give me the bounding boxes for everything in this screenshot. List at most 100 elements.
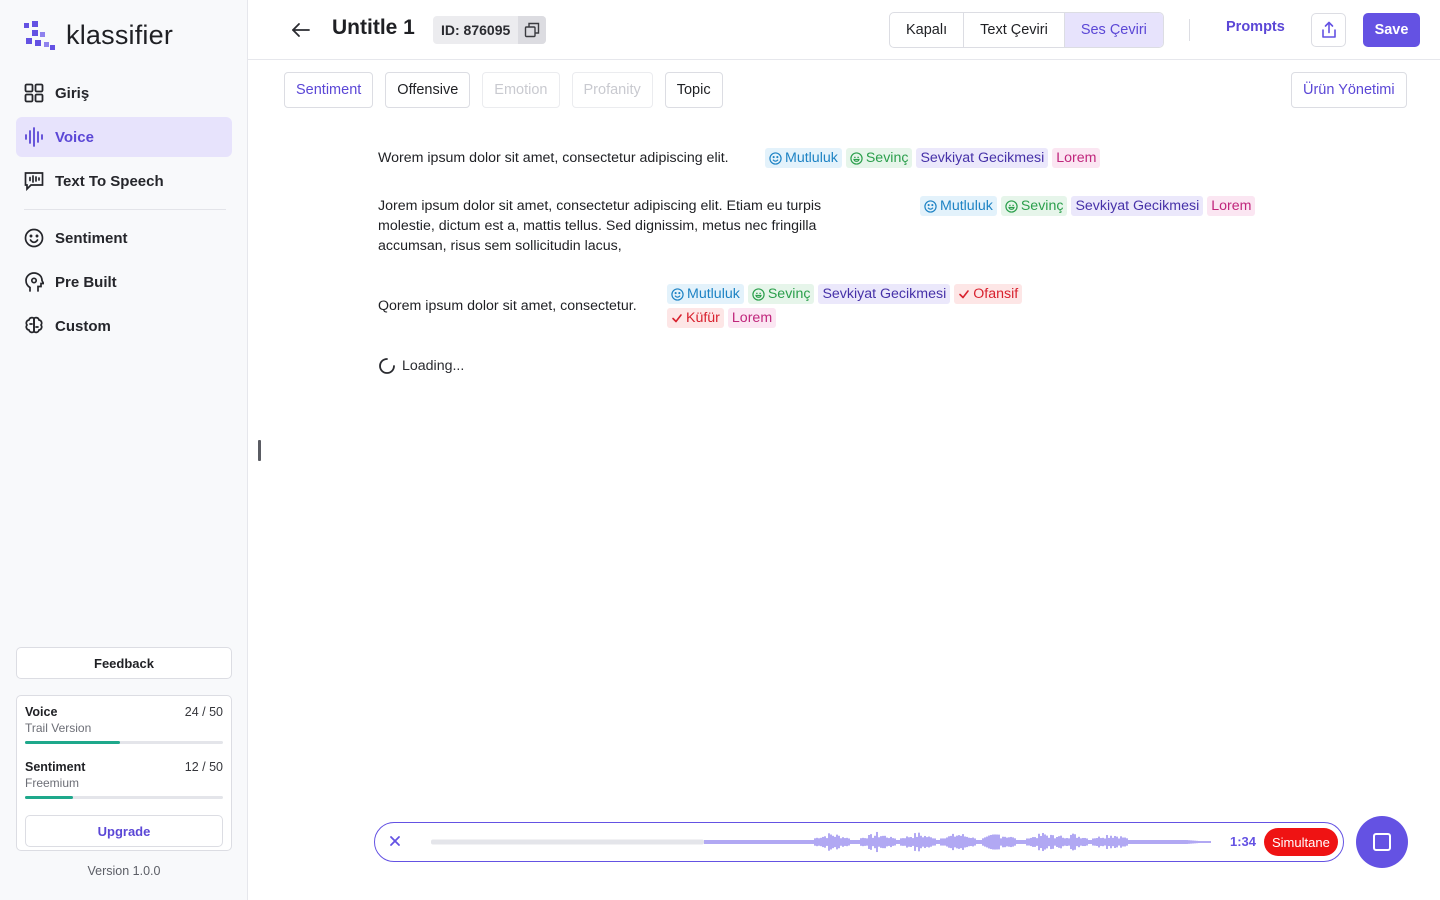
- logo[interactable]: klassifier: [24, 20, 173, 51]
- close-player-button[interactable]: [387, 833, 403, 849]
- waveform-bar: [1170, 840, 1172, 844]
- waveform-bar: [824, 836, 826, 848]
- waveform-bar: [1158, 840, 1160, 844]
- usage-count: 12 / 50: [184, 760, 223, 774]
- stop-recording-button[interactable]: [1356, 816, 1408, 868]
- copy-id-button[interactable]: [518, 16, 547, 44]
- waveform-bar: [1206, 841, 1208, 843]
- sidebar-item-text-to-speech[interactable]: Text To Speech: [16, 161, 232, 201]
- filter-sentiment[interactable]: Sentiment: [284, 72, 374, 108]
- tag-sevinc[interactable]: Sevinç: [747, 284, 815, 304]
- waveform-bar: [1008, 837, 1010, 847]
- waveform-bar: [852, 840, 854, 844]
- tag-label: Mutluluk: [785, 150, 838, 166]
- tag-mutluluk[interactable]: Mutluluk: [765, 148, 842, 168]
- tag-lorem[interactable]: Lorem: [727, 308, 777, 328]
- tag-sevinc[interactable]: Sevinç: [1000, 196, 1068, 216]
- tag-sevkiyat[interactable]: Sevkiyat Gecikmesi: [916, 148, 1049, 168]
- nav-divider: [24, 209, 226, 210]
- tag-ofansif[interactable]: Ofansif: [954, 284, 1023, 304]
- simultane-badge[interactable]: Simultane: [1264, 828, 1338, 856]
- waveform-bar: [1082, 837, 1084, 847]
- waveform-bar: [734, 840, 736, 844]
- waveform-bar: [750, 840, 752, 844]
- waveform-bar: [1062, 837, 1064, 847]
- waveform-bar: [904, 838, 906, 846]
- tag-lorem[interactable]: Lorem: [1052, 148, 1101, 168]
- filter-offensive[interactable]: Offensive: [385, 72, 471, 108]
- waveform-bar: [842, 837, 844, 847]
- transcript-segment-text[interactable]: Jorem ipsum dolor sit amet, consectetur …: [378, 196, 858, 256]
- share-button[interactable]: [1311, 13, 1346, 47]
- waveform-bar: [946, 837, 948, 847]
- waveform-bar: [910, 837, 912, 847]
- grid-icon: [24, 83, 44, 103]
- waveform-bar: [802, 840, 804, 844]
- sidebar-item-pre-built[interactable]: Pre Built: [16, 262, 232, 302]
- waveform-bar: [826, 838, 828, 846]
- waveform-bar: [990, 834, 992, 850]
- waveform-bar: [992, 834, 994, 850]
- waveform-bar: [818, 838, 820, 846]
- segment-tags: Mutluluk Sevinç Sevkiyat Gecikmesi Lorem: [920, 196, 1320, 216]
- sidebar-item-custom[interactable]: Custom: [16, 306, 232, 346]
- audio-waveform[interactable]: [431, 827, 1211, 857]
- waveform-bar: [958, 835, 960, 849]
- prompts-button[interactable]: Prompts: [1226, 19, 1285, 35]
- tag-label: Lorem: [1211, 198, 1252, 214]
- resize-handle[interactable]: [258, 440, 261, 461]
- waveform-bar: [930, 837, 932, 847]
- filter-topic[interactable]: Topic: [664, 72, 723, 108]
- transcript-segment-text[interactable]: Qorem ipsum dolor sit amet, consectetur.: [378, 296, 668, 316]
- waveform-bar: [1030, 837, 1032, 847]
- sidebar-item-voice[interactable]: Voice: [16, 117, 232, 157]
- filter-emotion[interactable]: Emotion: [482, 72, 560, 108]
- waveform-bar: [1096, 838, 1098, 846]
- sidebar-item-giris[interactable]: Giriş: [16, 73, 232, 113]
- tag-mutluluk[interactable]: Mutluluk: [920, 196, 997, 216]
- waveform-bar: [862, 837, 864, 847]
- waveform-bar: [1196, 840, 1198, 844]
- back-button[interactable]: [290, 19, 314, 41]
- waveform-bar: [706, 840, 708, 844]
- waveform-bar: [754, 840, 756, 844]
- document-title[interactable]: Untitle 1: [332, 16, 415, 40]
- tag-sevkiyat[interactable]: Sevkiyat Gecikmesi: [1071, 196, 1204, 216]
- waveform-bar: [982, 838, 984, 846]
- loading-label: Loading...: [402, 358, 465, 374]
- waveform-bar: [806, 840, 808, 844]
- tag-lorem[interactable]: Lorem: [1207, 196, 1256, 216]
- urun-yonetimi-button[interactable]: Ürün Yönetimi: [1291, 72, 1407, 108]
- waveform-bar: [732, 840, 734, 844]
- waveform-bar: [1068, 838, 1070, 846]
- check-icon: [671, 312, 683, 324]
- playback-time: 1:34: [1230, 834, 1257, 849]
- waveform-bar: [858, 840, 860, 844]
- waveform-bar: [716, 840, 718, 844]
- tag-sevkiyat[interactable]: Sevkiyat Gecikmesi: [818, 284, 951, 304]
- tag-mutluluk[interactable]: Mutluluk: [667, 284, 744, 304]
- filter-profanity[interactable]: Profanity: [571, 72, 653, 108]
- mode-kapali[interactable]: Kapalı: [890, 13, 965, 47]
- waveform-bar: [1024, 840, 1026, 844]
- waveform-bar: [890, 836, 892, 848]
- transcript-segment-text[interactable]: Worem ipsum dolor sit amet, consectetur …: [378, 148, 758, 168]
- waveform-bar: [984, 837, 986, 847]
- feedback-button[interactable]: Feedback: [16, 647, 232, 679]
- mode-text-ceviri[interactable]: Text Çeviri: [964, 13, 1065, 47]
- waveform-bar: [1014, 838, 1016, 846]
- waveform-bar: [1000, 838, 1002, 846]
- waveform-bar: [1080, 838, 1082, 846]
- upgrade-button[interactable]: Upgrade: [25, 815, 223, 847]
- waveform-bar: [1084, 837, 1086, 847]
- waveform-bar: [1094, 838, 1096, 846]
- tag-label: Mutluluk: [687, 286, 740, 302]
- tag-label: Ofansif: [973, 286, 1019, 302]
- sidebar-item-sentiment[interactable]: Sentiment: [16, 218, 232, 258]
- waveform-bar: [1150, 840, 1152, 844]
- waveform-bar: [1166, 840, 1168, 844]
- tag-ofansif[interactable]: Küfür: [667, 308, 724, 328]
- mode-ses-ceviri[interactable]: Ses Çeviri: [1064, 13, 1163, 47]
- tag-sevinc[interactable]: Sevinç: [845, 148, 913, 168]
- save-button[interactable]: Save: [1363, 13, 1420, 47]
